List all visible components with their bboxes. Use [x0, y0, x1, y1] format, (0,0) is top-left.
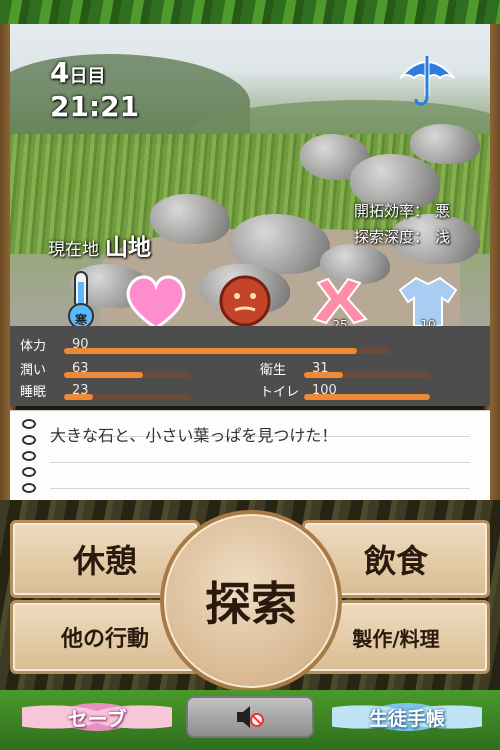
- stat-bar-sleep: [64, 394, 190, 400]
- binder-ring: [22, 435, 36, 445]
- save-button[interactable]: セーブ: [22, 690, 172, 744]
- stat-name: 睡眠: [20, 384, 47, 400]
- save-label: セーブ: [67, 706, 127, 731]
- heart-icon[interactable]: [122, 270, 190, 326]
- efficiency-stat: 開拓効率： 悪: [354, 200, 450, 221]
- stat-bar-toilet: [304, 394, 430, 400]
- depth-label: 探索深度：: [353, 228, 429, 246]
- face-icon[interactable]: [214, 270, 276, 326]
- stat-bar-fill: [304, 372, 344, 378]
- shirt-icon[interactable]: 10: [394, 270, 462, 326]
- stat-bar-moisture: [64, 372, 190, 378]
- explore-button[interactable]: 探索: [160, 510, 342, 692]
- stat-bar-fill: [64, 372, 144, 378]
- location-value: 山地: [105, 235, 151, 261]
- clothing-value: 10: [420, 318, 436, 326]
- thermometer-badge: 寒: [74, 313, 87, 326]
- status-icon-row: 寒 25 10: [10, 270, 490, 326]
- binder-ring: [22, 419, 36, 429]
- stat-bar-fill: [64, 348, 358, 354]
- stat-bar-fill: [304, 394, 430, 400]
- umbrella-icon: [396, 48, 458, 110]
- frame-top-leaves: [0, 0, 500, 24]
- stats-panel: 体力 90 潤い 63 睡眠 23 衛生 31 トイレ 100: [10, 326, 490, 406]
- binder-ring: [22, 483, 36, 493]
- location-display: 現在地 山地: [48, 228, 151, 262]
- scene-view: 4日目 21:21 現在地 山地 開拓効率： 悪 探索深度： 浅 寒 25 10: [10, 14, 490, 326]
- notebook-label: 生徒手帳: [368, 707, 445, 730]
- depth-stat: 探索深度： 浅: [354, 226, 450, 247]
- stat-bar-stamina: [64, 348, 390, 354]
- rock: [410, 124, 480, 164]
- stat-name: 衛生: [260, 362, 287, 378]
- efficiency-value: 悪: [434, 202, 450, 220]
- binder-ring: [22, 467, 36, 477]
- binder-ring: [22, 451, 36, 461]
- speaker-mute-icon: [237, 706, 264, 728]
- day-number: 4: [50, 56, 70, 89]
- day-counter: 4日目: [50, 56, 105, 89]
- student-notebook-button[interactable]: 生徒手帳: [332, 690, 482, 744]
- message-text: 大きな石と、小さい葉っぱを見つけた！: [50, 426, 338, 445]
- tool-icon[interactable]: 25: [306, 270, 374, 326]
- day-unit: 日目: [69, 66, 106, 87]
- location-label: 現在地: [48, 240, 99, 260]
- depth-value: 浅: [434, 228, 450, 246]
- clock-time: 21:21: [50, 90, 140, 123]
- sound-toggle-button[interactable]: [186, 696, 314, 738]
- stat-name: 潤い: [20, 362, 47, 378]
- stat-bar-fill: [64, 394, 93, 400]
- stat-bar-hygiene: [304, 372, 430, 378]
- efficiency-label: 開拓効率：: [353, 202, 429, 220]
- thermometer-icon[interactable]: 寒: [50, 270, 112, 326]
- tool-value: 25: [332, 318, 348, 326]
- stat-name: トイレ: [260, 384, 300, 400]
- stat-name: 体力: [20, 338, 47, 354]
- message-box: 大きな石と、小さい葉っぱを見つけた！: [10, 410, 490, 500]
